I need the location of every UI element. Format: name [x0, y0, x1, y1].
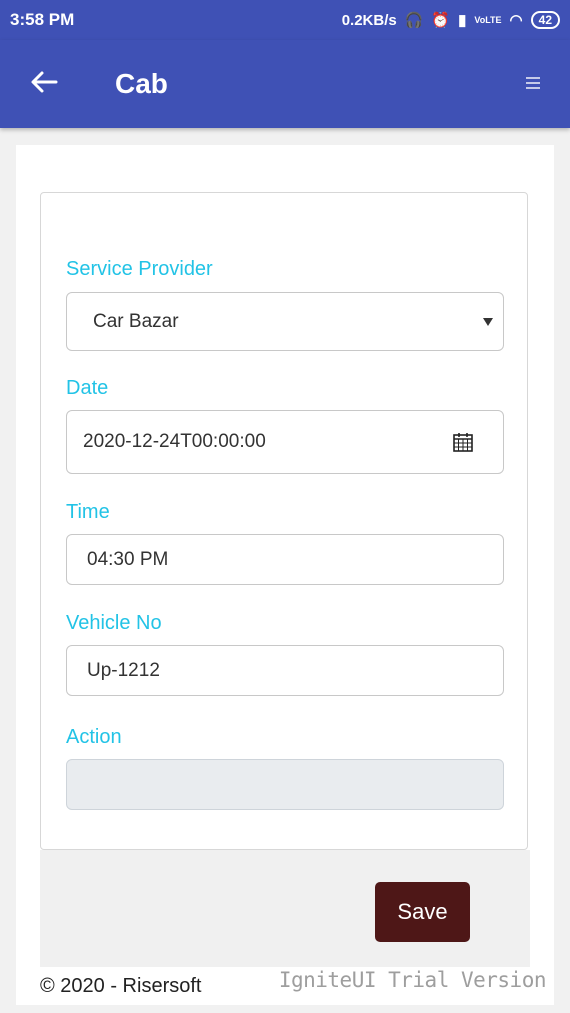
calendar-icon[interactable] [453, 432, 473, 452]
wifi-icon: ◠ [509, 12, 523, 29]
service-provider-label: Service Provider [66, 258, 213, 280]
page-title: Cab [115, 68, 168, 99]
back-arrow-icon[interactable] [28, 66, 60, 98]
status-icons: 0.2KB/s 🎧 ⏰ ▮ VoLTE ◠ 42 [342, 11, 560, 29]
headphones-icon: 🎧 [404, 12, 424, 29]
battery-icon: 42 [530, 11, 560, 29]
time-label: Time [66, 501, 110, 523]
alarm-off-icon: ⏰ [431, 12, 451, 29]
signal-icon: ▮ [458, 12, 467, 29]
vehicle-no-label: Vehicle No [66, 612, 162, 634]
chevron-down-icon [483, 317, 493, 326]
volte-icon: VoLTE [474, 15, 502, 25]
date-value: 2020-12-24T00:00:00 [83, 431, 266, 452]
date-label: Date [66, 377, 109, 399]
hamburger-menu-icon[interactable] [526, 74, 540, 90]
vehicle-no-input[interactable]: Up-1212 [66, 645, 504, 696]
time-input[interactable]: 04:30 PM [66, 534, 504, 585]
net-speed: 0.2KB/s [341, 11, 397, 29]
form-card: Service Provider Car Bazar Date 2020-12-… [40, 192, 528, 850]
action-field [66, 759, 504, 810]
date-input[interactable]: 2020-12-24T00:00:00 [66, 410, 504, 474]
time-value: 04:30 PM [87, 548, 169, 570]
vehicle-no-value: Up-1212 [87, 659, 160, 681]
app-bar: Cab [0, 40, 570, 128]
copyright-text: © 2020 - Risersoft [40, 975, 202, 997]
page-body: Service Provider Car Bazar Date 2020-12-… [16, 145, 554, 1005]
trial-watermark: IgniteUI Trial Version [278, 968, 547, 992]
action-label: Action [66, 726, 122, 748]
status-bar: 3:58 PM 0.2KB/s 🎧 ⏰ ▮ VoLTE ◠ 42 [0, 0, 570, 40]
save-button[interactable]: Save [375, 882, 470, 942]
service-provider-select[interactable]: Car Bazar [66, 292, 504, 351]
status-time: 3:58 PM [10, 10, 75, 29]
service-provider-value: Car Bazar [93, 310, 179, 332]
form-footer: Save [40, 850, 530, 967]
